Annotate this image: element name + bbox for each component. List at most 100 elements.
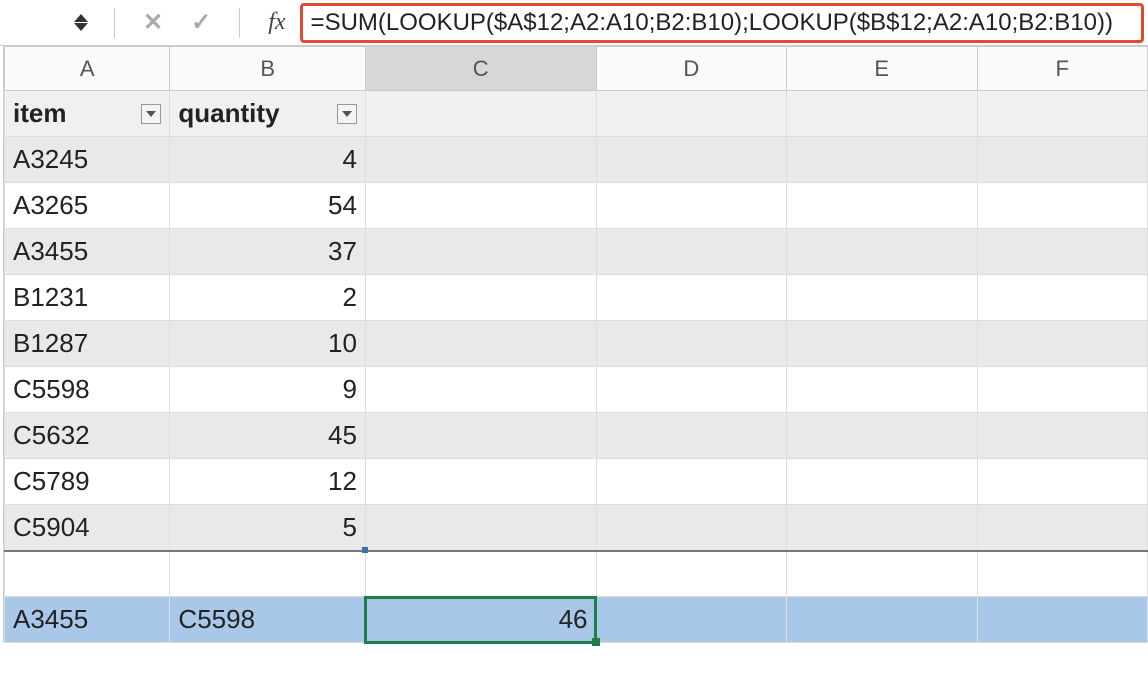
cell[interactable]	[787, 183, 978, 229]
cell-item[interactable]: A3265	[5, 183, 170, 229]
cell[interactable]	[787, 505, 978, 551]
cell[interactable]	[170, 551, 366, 597]
cell-qty[interactable]: 37	[170, 229, 366, 275]
cell[interactable]	[977, 551, 1147, 597]
cell-item[interactable]: C5904	[5, 505, 170, 551]
cell[interactable]	[787, 321, 978, 367]
col-header-f[interactable]: F	[977, 47, 1147, 91]
cell[interactable]	[977, 505, 1147, 551]
table-row: B128710	[5, 321, 1148, 367]
cell[interactable]	[596, 91, 787, 137]
cell[interactable]	[977, 229, 1147, 275]
table-row: C578912	[5, 459, 1148, 505]
separator	[239, 8, 240, 38]
cell-item[interactable]: A3245	[5, 137, 170, 183]
cell[interactable]	[365, 137, 596, 183]
grid[interactable]: A B C D E F item quantity	[4, 46, 1148, 643]
cell[interactable]	[596, 413, 787, 459]
table-row: A32454	[5, 137, 1148, 183]
cell[interactable]	[365, 367, 596, 413]
header-item-label: item	[13, 98, 66, 129]
cell[interactable]	[977, 597, 1147, 643]
cell[interactable]	[977, 367, 1147, 413]
cell-item[interactable]: C5598	[5, 367, 170, 413]
table-header-row: item quantity	[5, 91, 1148, 137]
cell[interactable]	[787, 91, 978, 137]
cell[interactable]	[977, 321, 1147, 367]
cell-qty[interactable]: 9	[170, 367, 366, 413]
cell-qty[interactable]: 12	[170, 459, 366, 505]
result-cell[interactable]: 46	[365, 597, 596, 643]
cell[interactable]	[365, 459, 596, 505]
lookup-row: A3455 C5598 46	[5, 597, 1148, 643]
cell[interactable]	[596, 597, 787, 643]
name-box-stepper[interactable]	[70, 14, 92, 31]
table-row: C55989	[5, 367, 1148, 413]
header-qty[interactable]: quantity	[170, 91, 366, 137]
cell[interactable]	[977, 275, 1147, 321]
filter-button[interactable]	[141, 104, 161, 124]
formula-input[interactable]: =SUM(LOOKUP($A$12;A2:A10;B2:B10);LOOKUP(…	[300, 3, 1144, 43]
cell[interactable]	[365, 505, 596, 551]
cell[interactable]	[787, 137, 978, 183]
cell[interactable]	[365, 413, 596, 459]
cancel-icon[interactable]: ✕	[143, 8, 163, 37]
cell[interactable]	[365, 91, 596, 137]
cell-qty[interactable]: 5	[170, 505, 366, 551]
accept-icon[interactable]: ✓	[191, 8, 211, 37]
cell-qty[interactable]: 54	[170, 183, 366, 229]
cell[interactable]	[977, 413, 1147, 459]
filter-button[interactable]	[337, 104, 357, 124]
header-qty-label: quantity	[178, 98, 279, 129]
cell[interactable]	[365, 321, 596, 367]
blank-row	[5, 551, 1148, 597]
separator	[114, 8, 115, 38]
cell[interactable]	[787, 367, 978, 413]
cell[interactable]	[365, 229, 596, 275]
col-header-a[interactable]: A	[5, 47, 170, 91]
cell[interactable]	[977, 137, 1147, 183]
cell[interactable]	[787, 459, 978, 505]
cell[interactable]	[596, 459, 787, 505]
cell-item[interactable]: A3455	[5, 229, 170, 275]
cell[interactable]	[5, 551, 170, 597]
col-header-b[interactable]: B	[170, 47, 366, 91]
lookup-a[interactable]: A3455	[5, 597, 170, 643]
cell-qty[interactable]: 4	[170, 137, 366, 183]
cell[interactable]	[596, 367, 787, 413]
col-header-e[interactable]: E	[787, 47, 978, 91]
lookup-b[interactable]: C5598	[170, 597, 366, 643]
cell-item[interactable]: B1287	[5, 321, 170, 367]
cell[interactable]	[365, 551, 596, 597]
table-row: C59045	[5, 505, 1148, 551]
cell[interactable]	[596, 321, 787, 367]
cell[interactable]	[596, 275, 787, 321]
cell-qty[interactable]: 2	[170, 275, 366, 321]
cell-qty[interactable]: 10	[170, 321, 366, 367]
cell[interactable]	[787, 275, 978, 321]
cell[interactable]	[977, 459, 1147, 505]
cell[interactable]	[596, 505, 787, 551]
cell[interactable]	[596, 137, 787, 183]
col-header-d[interactable]: D	[596, 47, 787, 91]
cell[interactable]	[977, 183, 1147, 229]
cell[interactable]	[787, 413, 978, 459]
cell-item[interactable]: C5632	[5, 413, 170, 459]
cell[interactable]	[977, 91, 1147, 137]
cell[interactable]	[596, 183, 787, 229]
cell[interactable]	[365, 183, 596, 229]
column-header-row: A B C D E F	[5, 47, 1148, 91]
cell[interactable]	[596, 229, 787, 275]
cell[interactable]	[596, 551, 787, 597]
cell-item[interactable]: C5789	[5, 459, 170, 505]
fx-label[interactable]: fx	[268, 9, 285, 36]
cell-item[interactable]: B1231	[5, 275, 170, 321]
cell[interactable]	[787, 551, 978, 597]
col-header-c[interactable]: C	[365, 47, 596, 91]
cell[interactable]	[787, 597, 978, 643]
cell-qty[interactable]: 45	[170, 413, 366, 459]
cell[interactable]	[365, 275, 596, 321]
chevron-up-icon	[74, 14, 88, 22]
cell[interactable]	[787, 229, 978, 275]
header-item[interactable]: item	[5, 91, 170, 137]
